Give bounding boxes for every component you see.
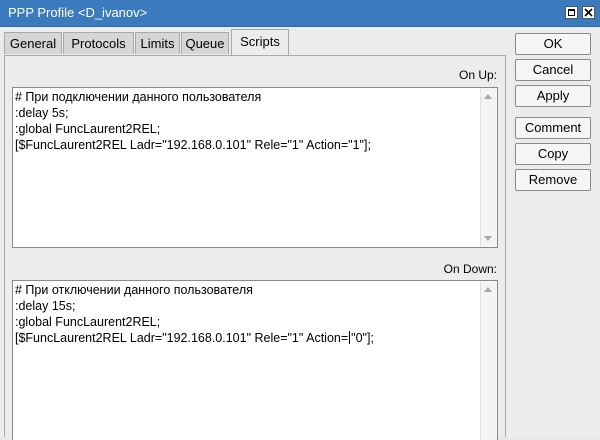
tab-scripts[interactable]: Scripts [231, 29, 289, 55]
script-line: [$FuncLaurent2REL Ladr="192.168.0.101" R… [15, 138, 371, 152]
script-line: # При подключении данного пользователя [15, 90, 262, 104]
script-text-after-cursor: "0"]; [351, 331, 374, 345]
tab-protocols[interactable]: Protocols [63, 32, 134, 54]
text-cursor [349, 331, 351, 344]
tab-general[interactable]: General [4, 32, 62, 54]
scroll-up-icon[interactable] [484, 287, 492, 292]
on-up-scrollbar[interactable] [480, 88, 497, 247]
close-icon[interactable] [582, 6, 595, 19]
cancel-button[interactable]: Cancel [515, 59, 591, 81]
tab-limits[interactable]: Limits [135, 32, 180, 54]
ppp-profile-window: PPP Profile <D_ivanov> General Protocols… [0, 0, 600, 440]
on-up-label: On Up: [458, 68, 497, 82]
tab-queue[interactable]: Queue [181, 32, 229, 54]
window-title: PPP Profile <D_ivanov> [8, 5, 148, 20]
copy-button[interactable]: Copy [515, 143, 591, 165]
script-text-before-cursor: [$FuncLaurent2REL Ladr="192.168.0.101" R… [15, 331, 349, 345]
comment-button[interactable]: Comment [515, 117, 591, 139]
script-line: :delay 5s; [15, 106, 69, 120]
on-down-scrollbar[interactable] [480, 281, 497, 440]
script-line: :global FuncLaurent2REL; [15, 315, 161, 329]
scripts-panel: On Up: # При подключении данного пользов… [4, 55, 506, 440]
script-line: :global FuncLaurent2REL; [15, 122, 161, 136]
apply-button[interactable]: Apply [515, 85, 591, 107]
on-up-script-text: # При подключении данного пользователя :… [15, 89, 477, 153]
on-down-script-text: # При отключении данного пользователя :d… [15, 282, 477, 346]
remove-button[interactable]: Remove [515, 169, 591, 191]
ok-button[interactable]: OK [515, 33, 591, 55]
on-down-script-field[interactable]: # При отключении данного пользователя :d… [12, 280, 498, 440]
on-down-label: On Down: [443, 262, 497, 276]
title-bar[interactable]: PPP Profile <D_ivanov> [0, 0, 600, 27]
scroll-up-icon[interactable] [484, 94, 492, 99]
on-up-script-field[interactable]: # При подключении данного пользователя :… [12, 87, 498, 248]
scroll-down-icon[interactable] [484, 236, 492, 241]
script-line: :delay 15s; [15, 299, 76, 313]
script-line: # При отключении данного пользователя [15, 283, 253, 297]
maximize-icon[interactable] [565, 6, 578, 19]
script-line: [$FuncLaurent2REL Ladr="192.168.0.101" R… [15, 330, 477, 346]
